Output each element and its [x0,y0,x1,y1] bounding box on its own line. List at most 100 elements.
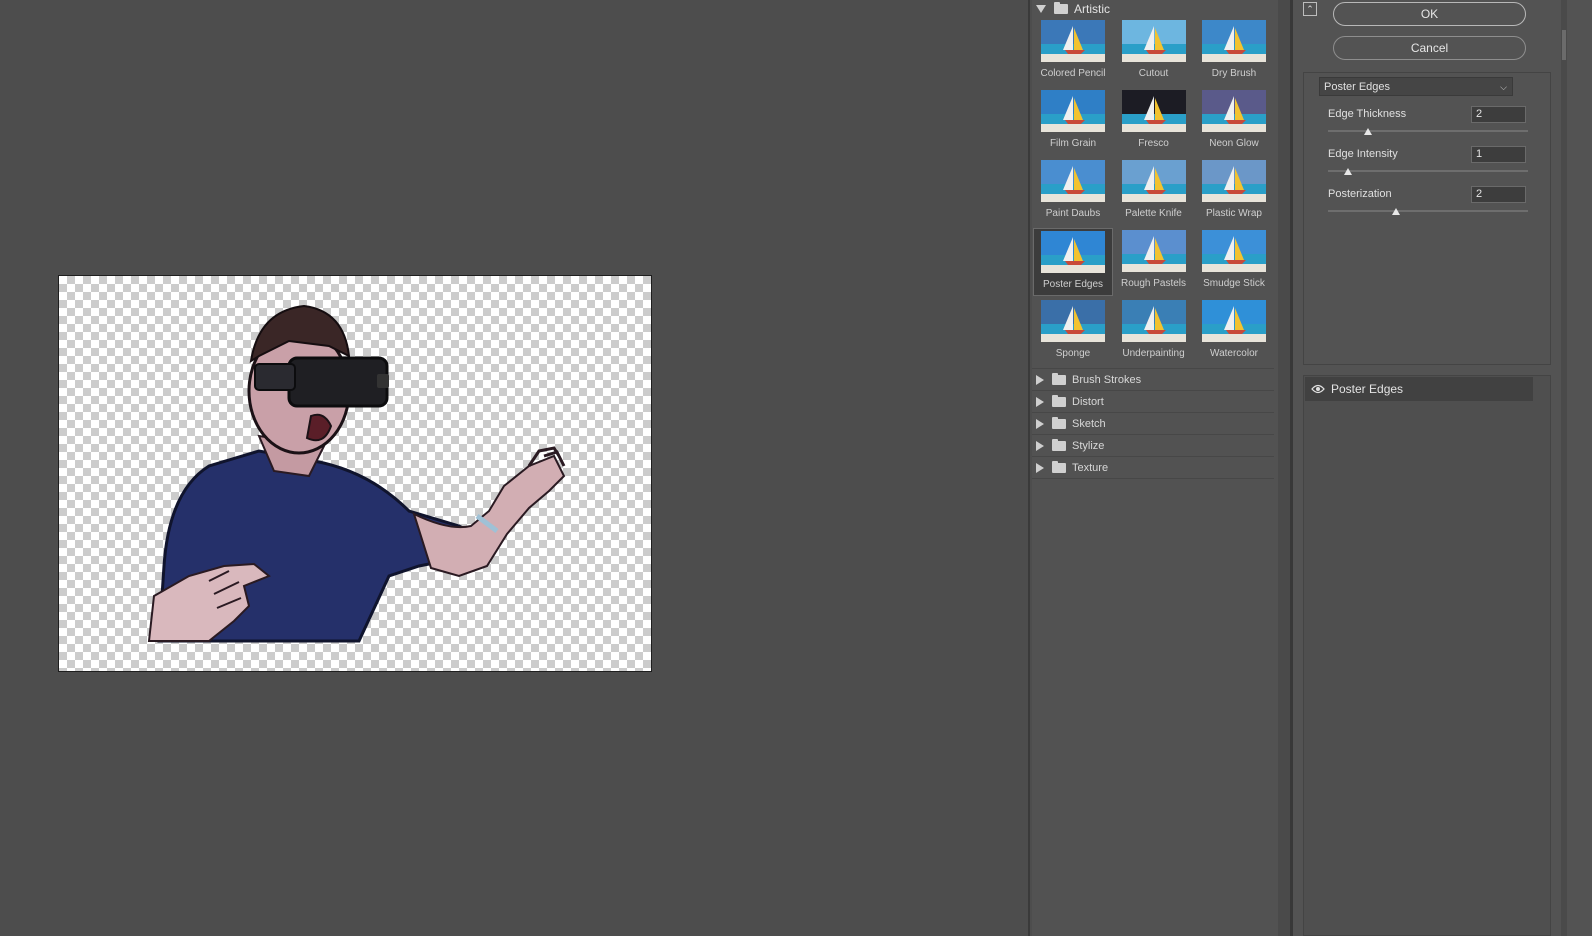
filter-preview-image [1121,90,1186,132]
category-texture[interactable]: Texture [1032,456,1274,479]
effect-layer-label: Poster Edges [1331,382,1404,396]
settings-panel: ⌃ OK Cancel Poster Edges ⌵ Edge Thicknes… [1293,0,1592,936]
filter-select-value: Poster Edges [1324,80,1391,93]
filter-thumb-neon-glow[interactable]: Neon Glow [1194,88,1274,156]
vr-person-image [147,304,566,643]
category-sketch[interactable]: Sketch [1032,412,1274,434]
filter-label: Smudge Stick [1203,278,1265,289]
filter-thumb-cutout[interactable]: Cutout [1114,18,1194,86]
posterization-label: Posterization [1328,188,1392,200]
cancel-button[interactable]: Cancel [1333,36,1526,60]
filter-thumb-underpainting[interactable]: Underpainting [1114,298,1194,366]
filter-preview-image [1202,20,1266,62]
category-label: Sketch [1072,417,1106,430]
folder-icon [1052,416,1066,429]
filter-preview-image [1041,300,1105,342]
filter-label: Cutout [1138,68,1169,79]
effect-layer-row[interactable]: Poster Edges [1305,377,1533,401]
filter-preview-image [1202,90,1266,132]
filter-label: Neon Glow [1209,138,1259,149]
filter-preview-image [1121,300,1186,342]
edge-thickness-label: Edge Thickness [1328,108,1407,120]
folder-icon [1052,438,1066,451]
folder-icon [1052,460,1066,473]
filter-thumb-watercolor[interactable]: Watercolor [1194,298,1274,366]
filter-thumb-colored-pencil[interactable]: Colored Pencil [1033,18,1113,86]
filter-label: Rough Pastels [1120,278,1187,289]
filter-label: Paint Daubs [1045,208,1101,219]
filter-label: Dry Brush [1211,68,1257,79]
folder-icon [1052,394,1066,407]
filter-thumb-smudge-stick[interactable]: Smudge Stick [1194,228,1274,296]
category-label: Stylize [1072,439,1105,452]
slider-track [1328,210,1528,212]
chevron-right-icon [1036,396,1044,407]
panel-divider[interactable] [1028,0,1030,936]
category-label: Brush Strokes [1072,373,1142,386]
filter-preview-image [1202,230,1266,272]
filter-thumb-poster-edges[interactable]: Poster Edges [1033,228,1113,296]
preview-canvas[interactable] [58,275,652,672]
preview-area [0,0,1030,936]
filter-thumb-sponge[interactable]: Sponge [1033,298,1113,366]
category-label: Texture [1072,461,1109,474]
folder-icon [1054,2,1068,14]
filter-preview-image [1202,300,1266,342]
slider-track [1328,170,1528,172]
filter-thumb-plastic-wrap[interactable]: Plastic Wrap [1194,158,1274,226]
filter-preview-image [1121,230,1186,272]
filter-label: Plastic Wrap [1206,208,1262,219]
edge-thickness-slider[interactable] [1328,128,1528,136]
category-brush-strokes[interactable]: Brush Strokes [1032,368,1274,390]
filter-label: Poster Edges [1042,279,1104,290]
filter-thumb-rough-pastels[interactable]: Rough Pastels [1114,228,1194,296]
filter-label: Fresco [1138,138,1169,149]
slider-handle[interactable] [1344,168,1352,175]
filter-label: Palette Knife [1125,208,1182,219]
filter-label: Colored Pencil [1040,68,1106,79]
filter-label: Sponge [1055,348,1091,359]
chevron-right-icon [1036,418,1044,429]
slider-track [1328,130,1528,132]
posterization-slider[interactable] [1328,208,1528,216]
chevron-right-icon [1036,462,1044,473]
filter-gallery: Artistic Colored Pencil Cutout Dry Brush Fi… [1032,0,1278,936]
slider-handle[interactable] [1392,208,1400,215]
edge-intensity-input[interactable]: 1 [1471,146,1526,163]
settings-scrollbar[interactable] [1561,0,1567,936]
filter-select[interactable]: Poster Edges ⌵ [1319,77,1513,96]
category-label: Distort [1072,395,1104,408]
filter-thumb-dry-brush[interactable]: Dry Brush [1194,18,1274,86]
slider-handle[interactable] [1364,128,1372,135]
effect-layers-box [1303,375,1551,936]
ok-button[interactable]: OK [1333,2,1526,26]
filter-label: Watercolor [1210,348,1258,359]
posterization-input[interactable]: 2 [1471,186,1526,203]
filter-thumb-fresco[interactable]: Fresco [1114,88,1194,156]
category-stylize[interactable]: Stylize [1032,434,1274,456]
filter-preview-image [1041,231,1105,273]
filter-preview-image [1041,90,1105,132]
chevron-right-icon [1036,440,1044,451]
edge-thickness-input[interactable]: 2 [1471,106,1526,123]
chevron-down-icon [1036,5,1046,13]
gallery-scrollbar[interactable] [1278,0,1290,936]
category-distort[interactable]: Distort [1032,390,1274,412]
filter-preview-image [1121,160,1186,202]
filter-thumb-paint-daubs[interactable]: Paint Daubs [1033,158,1113,226]
chevron-down-icon: ⌵ [1500,82,1507,92]
filter-thumb-film-grain[interactable]: Film Grain [1033,88,1113,156]
category-artistic-header[interactable]: Artistic [1032,0,1278,18]
edge-intensity-slider[interactable] [1328,168,1528,176]
filter-label: Film Grain [1049,138,1097,149]
filter-thumb-palette-knife[interactable]: Palette Knife [1114,158,1194,226]
eye-icon[interactable] [1305,384,1331,394]
filter-category-list: Brush Strokes Distort Sketch Stylize Texture [1032,368,1274,479]
filter-preview-image [1202,160,1266,202]
folder-icon [1052,372,1066,385]
filter-preview-image [1121,20,1186,62]
category-label: Artistic [1074,2,1110,16]
collapse-up-icon[interactable]: ⌃ [1303,2,1317,16]
chevron-right-icon [1036,374,1044,385]
filter-preview-image [1041,160,1105,202]
